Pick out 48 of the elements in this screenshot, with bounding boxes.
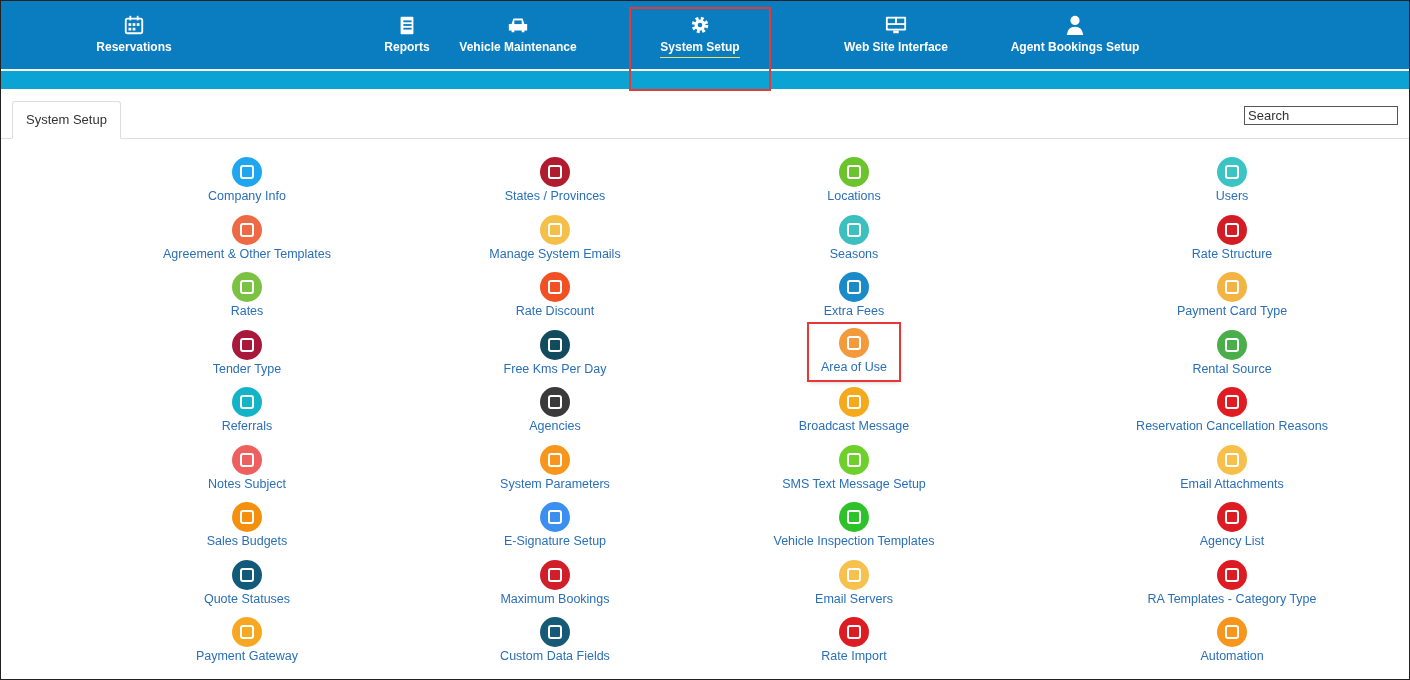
person-icon xyxy=(1064,14,1086,36)
nav-item[interactable]: Reservations xyxy=(64,1,204,69)
search-field[interactable]: Search xyxy=(1244,106,1398,125)
setup-link[interactable]: Rate Import xyxy=(811,617,897,663)
setup-link[interactable]: Rate Discount xyxy=(505,272,605,318)
setup-link[interactable]: Rate Structure xyxy=(1181,214,1283,261)
setup-link[interactable]: Agreement & Other Templates xyxy=(153,214,341,261)
setup-link[interactable]: States / Provinces xyxy=(494,157,616,203)
setup-link[interactable]: Seasons xyxy=(819,214,889,261)
setup-link[interactable]: Company Info xyxy=(198,157,296,203)
nav-item[interactable]: Vehicle Maintenance xyxy=(450,1,586,69)
setup-link[interactable]: RA Templates - Category Type xyxy=(1137,559,1327,606)
calendar-icon xyxy=(123,14,145,36)
setup-link[interactable]: Custom Data Fields xyxy=(490,617,620,663)
setup-link[interactable]: Automation xyxy=(1190,617,1274,663)
setup-link[interactable]: Payment Gateway xyxy=(185,617,309,663)
setup-link[interactable]: Maximum Bookings xyxy=(490,559,620,606)
setup-link[interactable]: Manage System Emails xyxy=(479,214,631,261)
setup-link[interactable]: Agency List xyxy=(1189,502,1275,548)
setup-link[interactable]: Free Kms Per Day xyxy=(493,329,617,376)
setup-link[interactable]: Rates xyxy=(220,272,274,318)
setup-link[interactable]: Reservation Cancellation Reasons xyxy=(1126,387,1338,433)
setup-link[interactable]: E-Signature Setup xyxy=(493,502,617,548)
setup-link[interactable]: Locations xyxy=(817,157,891,203)
setup-link[interactable]: System Parameters xyxy=(490,444,620,491)
setup-link[interactable]: Quote Statuses xyxy=(193,559,301,606)
setup-link[interactable]: Broadcast Message xyxy=(788,387,920,433)
setup-link[interactable]: Area of Use xyxy=(809,323,899,380)
setup-link[interactable]: Email Attachments xyxy=(1170,444,1294,491)
setup-link[interactable]: Extra Fees xyxy=(813,272,895,318)
nav-item[interactable]: System Setup xyxy=(631,9,769,89)
tab[interactable]: System Setup xyxy=(12,101,121,139)
setup-link[interactable]: SMS Text Message Setup xyxy=(772,444,936,491)
setup-link[interactable]: Sales Budgets xyxy=(196,502,298,548)
gear-icon xyxy=(689,14,711,36)
monitor-icon xyxy=(885,14,907,36)
setup-link[interactable]: Tender Type xyxy=(202,329,292,376)
nav-item[interactable]: Reports xyxy=(364,1,450,69)
nav-item[interactable]: Web Site Interface xyxy=(819,1,973,69)
setup-link[interactable]: Agencies xyxy=(519,387,591,433)
setup-link[interactable]: Payment Card Type xyxy=(1166,272,1298,318)
setup-link[interactable]: Users xyxy=(1205,157,1259,203)
setup-link[interactable]: Rental Source xyxy=(1182,329,1282,376)
nav-item[interactable]: Agent Bookings Setup xyxy=(993,1,1157,69)
setup-link[interactable]: Email Servers xyxy=(805,559,903,606)
setup-link[interactable]: Referrals xyxy=(211,387,283,433)
setup-link[interactable]: Vehicle Inspection Templates xyxy=(763,502,945,548)
setup-link[interactable]: Notes Subject xyxy=(198,444,296,491)
